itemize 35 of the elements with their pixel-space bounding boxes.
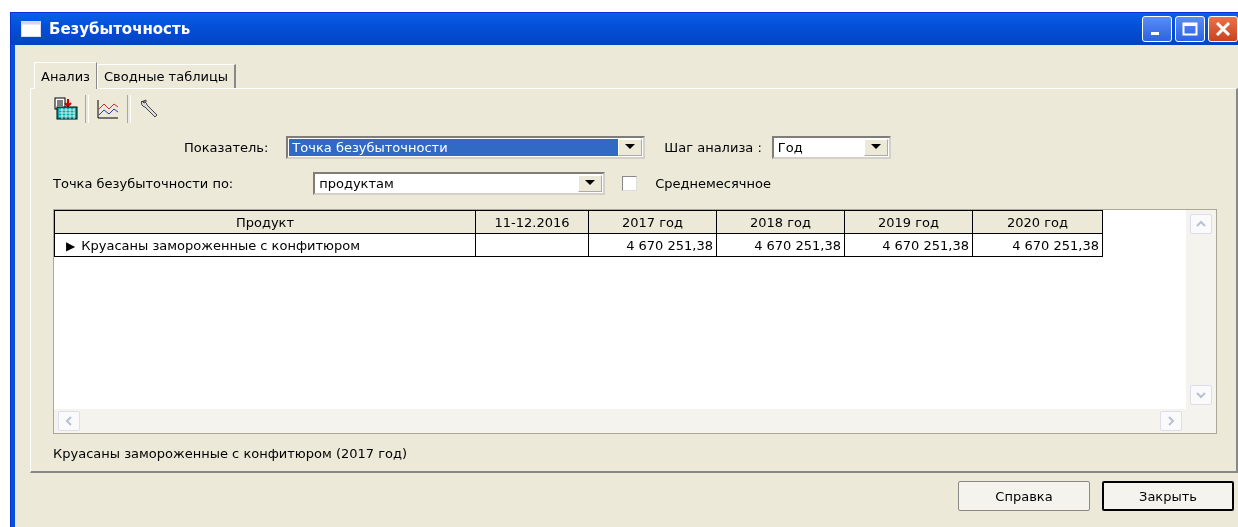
table-cell: 4 670 251,38 [716, 233, 845, 257]
step-dropdown[interactable]: Год [771, 135, 891, 159]
export-table-icon[interactable] [53, 97, 79, 121]
close-button[interactable] [1208, 16, 1238, 42]
column-header[interactable]: 2018 год [716, 210, 845, 234]
column-header[interactable]: 2017 год [588, 210, 717, 234]
table-cell: 4 670 251,38 [972, 233, 1103, 257]
column-header[interactable]: 11-12.2016 [475, 210, 589, 234]
line-chart-icon[interactable] [95, 97, 121, 121]
close-icon [1215, 22, 1231, 36]
column-header[interactable]: 2019 год [844, 210, 973, 234]
window-title: Безубыточность [49, 20, 191, 38]
breakdown-dropdown[interactable]: продуктам [313, 171, 606, 195]
maximize-icon [1182, 22, 1198, 36]
table-cell: 4 670 251,38 [588, 233, 717, 257]
row-indicator: ▶ [66, 238, 76, 253]
field-label: Показатель: [184, 139, 269, 155]
table-cell: 4 670 251,38 [844, 233, 973, 257]
minimize-icon [1151, 32, 1159, 35]
checkbox-label[interactable]: Среднемесячное [655, 175, 771, 191]
minimize-button[interactable] [1142, 16, 1172, 42]
checkbox[interactable] [622, 175, 638, 191]
table-cell: Круасаны замороженные с конфитюром [81, 237, 360, 253]
window-icon [21, 21, 41, 37]
dialog-button[interactable]: Справка [958, 481, 1090, 511]
dialog-button[interactable]: Закрыть [1102, 481, 1234, 511]
status-text: Круасаны замороженные с конфитюром (2017 год) [53, 446, 409, 461]
column-header[interactable]: 2020 год [972, 210, 1103, 234]
field-label: Точка безубыточности по: [53, 175, 234, 191]
tab[interactable]: Сводные таблицы [97, 64, 237, 88]
maximize-button[interactable] [1175, 16, 1205, 42]
tab[interactable]: Анализ [34, 62, 98, 89]
column-header[interactable]: Продукт [54, 210, 476, 234]
indicator-dropdown[interactable]: Точка безубыточности [286, 135, 646, 159]
field-label: Шаг анализа : [664, 139, 762, 155]
